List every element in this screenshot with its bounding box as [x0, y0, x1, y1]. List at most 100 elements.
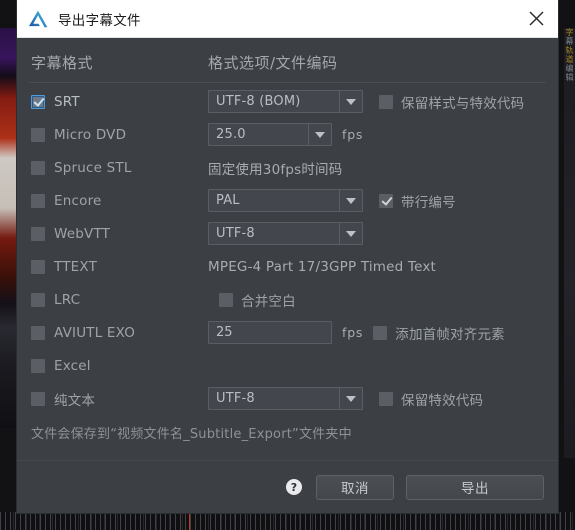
timeline-playhead: [189, 512, 190, 530]
checkbox-excel[interactable]: [31, 358, 45, 373]
option-line-numbers-encore[interactable]: 带行编号: [379, 191, 456, 211]
dialog-title: 导出字幕文件: [58, 12, 141, 29]
format-label-excel: Excel: [54, 357, 91, 374]
option-label-line-numbers-encore: 带行编号: [401, 194, 456, 211]
close-icon: [529, 11, 543, 26]
format-label-spruce-stl: Spruce STL: [54, 159, 132, 176]
format-toggle-spruce-stl[interactable]: Spruce STL: [31, 160, 208, 176]
chevron-down-icon: [339, 223, 362, 244]
checkbox-plain-text[interactable]: [31, 391, 45, 406]
close-button[interactable]: [514, 0, 558, 37]
format-options-plain-text: UTF-8 保留特效代码: [208, 387, 544, 410]
format-label-plain-text: 纯文本: [54, 392, 96, 409]
column-header-format: 字幕格式: [31, 54, 94, 72]
option-label-merge-blank-lrc: 合并空白: [241, 293, 296, 310]
table-row: WebVTT UTF-8: [31, 217, 544, 250]
checkbox-srt[interactable]: [31, 94, 45, 109]
arctime-logo-icon: [29, 10, 48, 27]
checkbox-aviutl-exo[interactable]: [31, 325, 45, 340]
format-options-encore: PAL 带行编号: [208, 189, 544, 212]
checkbox-line-numbers-encore[interactable]: [379, 193, 393, 208]
dialog-title-bar: 导出字幕文件: [17, 0, 558, 38]
encoding-value-srt: UTF-8 (BOM): [216, 94, 301, 109]
format-toggle-plain-text[interactable]: 纯文本: [31, 389, 208, 409]
table-row: AVIUTL EXO 25 fps 添加首帧对齐元素: [31, 316, 544, 349]
export-subtitle-dialog: 导出字幕文件 字幕格式 格式选项/文件编码 SRT UTF-8 (BOM) 保留…: [17, 0, 558, 513]
table-row: 纯文本 UTF-8 保留特效代码: [31, 382, 544, 415]
encoding-select-srt[interactable]: UTF-8 (BOM): [208, 90, 363, 113]
format-options-srt: UTF-8 (BOM) 保留样式与特效代码: [208, 90, 544, 113]
unit-label-fps-micro-dvd: fps: [342, 127, 364, 142]
format-label-webvtt: WebVTT: [54, 225, 111, 242]
option-label-first-frame-align: 添加首帧对齐元素: [395, 326, 505, 343]
table-row: Encore PAL 带行编号: [31, 184, 544, 217]
option-keep-style-srt[interactable]: 保留样式与特效代码: [379, 92, 524, 112]
checkbox-merge-blank-lrc[interactable]: [219, 292, 233, 307]
column-header-options: 格式选项/文件编码: [208, 54, 338, 72]
background-glyph: 道: [565, 55, 574, 64]
checkbox-encore[interactable]: [31, 193, 45, 208]
note-spruce-stl: 固定使用30fps时间码: [208, 161, 343, 178]
encoding-select-plain-text[interactable]: UTF-8: [208, 387, 363, 410]
help-icon[interactable]: ?: [286, 479, 302, 495]
unit-label-fps-aviutl-exo: fps: [342, 325, 364, 340]
cancel-button[interactable]: 取消: [316, 474, 394, 500]
checkbox-spruce-stl[interactable]: [31, 160, 45, 175]
format-label-micro-dvd: Micro DVD: [54, 126, 127, 143]
background-glyph: 轨: [565, 46, 574, 55]
format-toggle-excel[interactable]: Excel: [31, 358, 208, 374]
option-label-keep-style-srt: 保留样式与特效代码: [401, 95, 525, 112]
checkbox-webvtt[interactable]: [31, 226, 45, 241]
table-row: Micro DVD 25.0 fps: [31, 118, 544, 151]
dialog-body: 字幕格式 格式选项/文件编码 SRT UTF-8 (BOM) 保留样式与特效代码…: [17, 38, 558, 460]
format-options-ttext: MPEG-4 Part 17/3GPP Timed Text: [208, 259, 544, 275]
format-toggle-micro-dvd[interactable]: Micro DVD: [31, 127, 208, 143]
option-label-keep-effects-plain-text: 保留特效代码: [401, 392, 484, 409]
checkbox-lrc[interactable]: [31, 292, 45, 307]
format-label-lrc: LRC: [54, 291, 81, 308]
export-button[interactable]: 导出: [406, 474, 544, 500]
standard-select-encore[interactable]: PAL: [208, 189, 363, 212]
format-label-ttext: TTEXT: [54, 258, 98, 275]
format-toggle-ttext[interactable]: TTEXT: [31, 259, 208, 275]
chevron-down-icon: [308, 124, 331, 145]
format-toggle-aviutl-exo[interactable]: AVIUTL EXO: [31, 325, 208, 341]
fps-select-micro-dvd[interactable]: 25.0: [208, 123, 332, 146]
chevron-down-icon: [339, 190, 362, 211]
dialog-button-bar: ? 取消 导出: [17, 460, 558, 513]
fps-input-aviutl-exo[interactable]: 25: [208, 321, 332, 344]
background-timeline: [0, 512, 575, 530]
format-options-aviutl-exo: 25 fps 添加首帧对齐元素: [208, 321, 544, 344]
checkbox-first-frame-align[interactable]: [373, 325, 388, 340]
checkbox-keep-style-srt[interactable]: [379, 94, 393, 109]
chevron-down-icon: [339, 388, 362, 409]
table-row: LRC 合并空白: [31, 283, 544, 316]
checkbox-keep-effects-plain-text[interactable]: [379, 391, 393, 406]
chevron-down-icon: [339, 91, 362, 112]
timeline-ticks: [0, 512, 575, 530]
format-toggle-encore[interactable]: Encore: [31, 193, 208, 209]
background-subtitle-panel: 字 幕 轨 道 编 辑: [564, 28, 575, 458]
background-glyph: 字: [565, 28, 574, 37]
encoding-value-plain-text: UTF-8: [216, 391, 255, 406]
format-label-srt: SRT: [54, 93, 80, 110]
format-toggle-lrc[interactable]: LRC: [31, 292, 208, 308]
fps-value-micro-dvd: 25.0: [216, 127, 246, 142]
format-label-aviutl-exo: AVIUTL EXO: [54, 324, 136, 341]
format-rows-list: SRT UTF-8 (BOM) 保留样式与特效代码 Micro DVD 25.0…: [31, 85, 544, 415]
save-location-note: 文件会保存到“视频文件名_Subtitle_Export”文件夹中: [31, 427, 352, 442]
format-options-webvtt: UTF-8: [208, 222, 544, 245]
column-headers: 字幕格式 格式选项/文件编码: [29, 38, 546, 83]
background-glyph: 幕: [565, 37, 574, 46]
option-first-frame-align-aviutl-exo[interactable]: 添加首帧对齐元素: [373, 323, 505, 343]
encoding-select-webvtt[interactable]: UTF-8: [208, 222, 363, 245]
option-merge-blank-lrc[interactable]: 合并空白: [219, 290, 296, 310]
format-toggle-webvtt[interactable]: WebVTT: [31, 226, 208, 242]
checkbox-ttext[interactable]: [31, 259, 45, 274]
option-keep-effects-plain-text[interactable]: 保留特效代码: [379, 389, 483, 409]
format-toggle-srt[interactable]: SRT: [31, 94, 208, 110]
checkbox-micro-dvd[interactable]: [31, 127, 45, 142]
background-glyph: 辑: [565, 73, 574, 82]
format-options-micro-dvd: 25.0 fps: [208, 123, 544, 146]
format-label-encore: Encore: [54, 192, 102, 209]
